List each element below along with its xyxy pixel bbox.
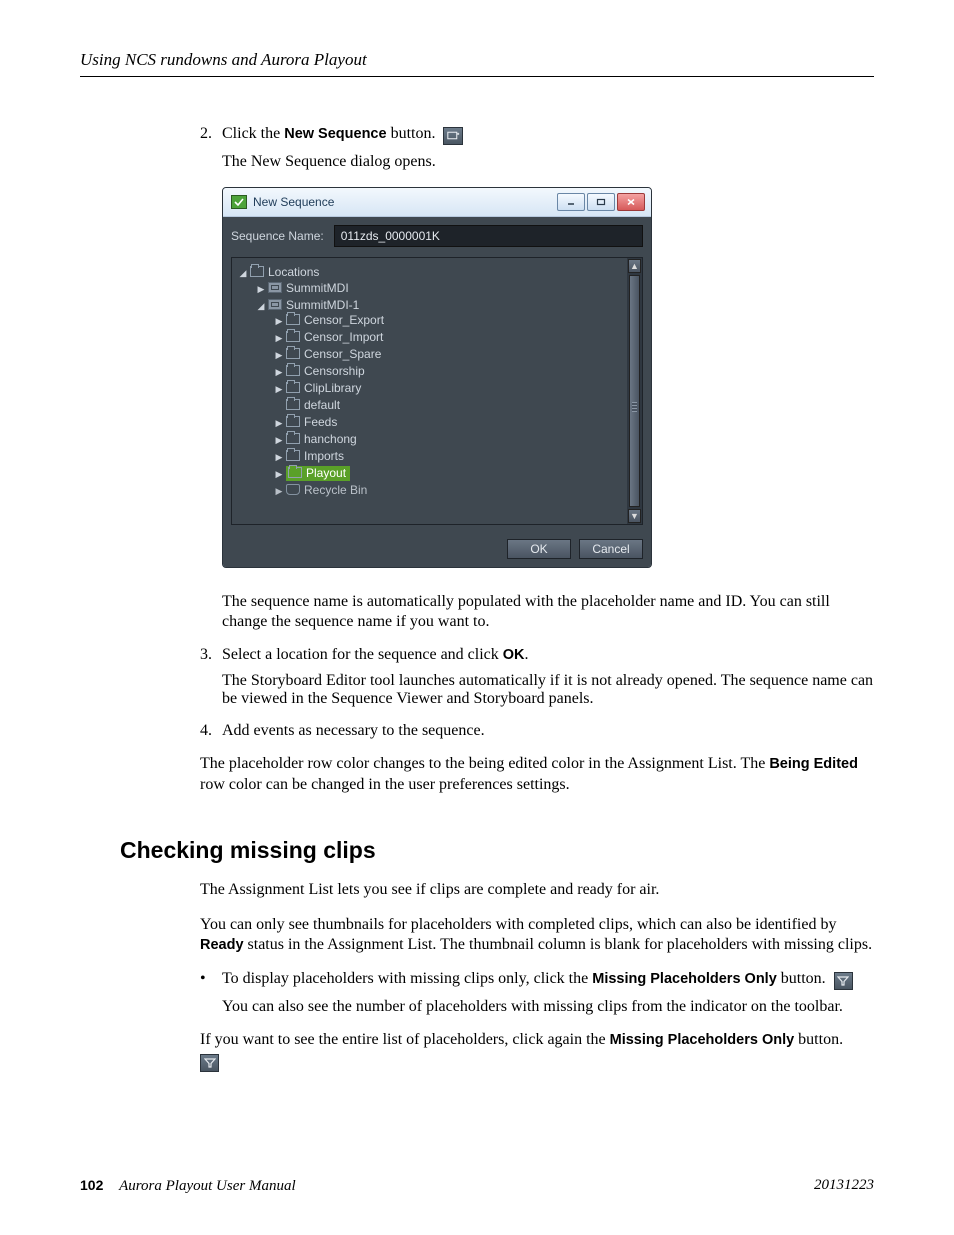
scroll-up-icon[interactable]: ▲ (628, 259, 641, 273)
bullet-text: To display placeholders with missing cli… (222, 970, 853, 990)
scroll-thumb[interactable] (629, 275, 640, 507)
new-sequence-label: New Sequence (284, 126, 386, 142)
step-4: 4. Add events as necessary to the sequen… (200, 722, 874, 740)
text: button. (794, 1031, 843, 1048)
tree-node[interactable]: ◢SummitMDI-1 ▶Censor_Export ▶Censor_Impo… (256, 296, 638, 500)
step-3: 3. Select a location for the sequence an… (200, 646, 874, 664)
page-footer: 102 Aurora Playout User Manual 20131223 (80, 1177, 874, 1195)
tree-label: Censor_Export (304, 313, 384, 327)
tree-label: Imports (304, 449, 344, 463)
ready-label: Ready (200, 937, 244, 953)
tree-label: Locations (268, 265, 319, 279)
tree-item[interactable]: ▶hanchong (274, 431, 638, 448)
tree-node[interactable]: ▶SummitMDI (256, 279, 638, 296)
tree-label: Recycle Bin (304, 483, 367, 497)
tree-item[interactable]: ▶Censor_Export (274, 312, 638, 329)
tree-label: Feeds (304, 415, 337, 429)
paragraph: You can only see thumbnails for placehol… (200, 915, 874, 956)
bullet-item: • To display placeholders with missing c… (200, 970, 874, 990)
book-title: Aurora Playout User Manual (119, 1178, 296, 1194)
step-2-note: The sequence name is automatically popul… (222, 592, 874, 633)
running-head-text: Using NCS rundowns and Aurora Playout (80, 50, 367, 69)
tree-item[interactable]: ▶Censorship (274, 363, 638, 380)
missing-placeholders-only-label: Missing Placeholders Only (592, 971, 777, 987)
text: The placeholder row color changes to the… (200, 755, 769, 772)
step-number: 3. (200, 646, 222, 664)
being-edited-label: Being Edited (769, 756, 858, 772)
new-sequence-dialog: New Sequence Sequence Name: ◢Locations (222, 187, 652, 568)
text: Select a location for the sequence and c… (222, 646, 503, 663)
tree-item[interactable]: ▶default (274, 397, 638, 414)
ok-label: OK (503, 647, 525, 663)
bullet-marker: • (200, 970, 222, 990)
tree-item[interactable]: ▶Censor_Import (274, 329, 638, 346)
step-number: 2. (200, 125, 222, 145)
tree-label: hanchong (304, 432, 357, 446)
cancel-button[interactable]: Cancel (579, 539, 643, 559)
close-button[interactable] (617, 193, 645, 211)
new-sequence-icon (443, 127, 463, 145)
tree-item-selected[interactable]: ▶Playout (274, 465, 638, 482)
scrollbar[interactable]: ▲ ▼ (627, 258, 642, 524)
window-controls (557, 193, 645, 211)
scroll-down-icon[interactable]: ▼ (628, 509, 641, 523)
tree-label: Censor_Spare (304, 347, 381, 361)
bullet-follow: You can also see the number of placehold… (222, 998, 874, 1016)
text: status in the Assignment List. The thumb… (244, 936, 873, 953)
sequence-name-input[interactable] (334, 225, 643, 247)
text: button. (777, 970, 826, 987)
filter-icon (200, 1054, 219, 1072)
after-steps-paragraph: The placeholder row color changes to the… (200, 754, 874, 795)
text: You can only see thumbnails for placehol… (200, 916, 836, 933)
tree-label: default (304, 398, 340, 412)
tree-label: Censor_Import (304, 330, 383, 344)
text: Click the (222, 125, 284, 142)
step-number: 4. (200, 722, 222, 740)
text: To display placeholders with missing cli… (222, 970, 592, 987)
tree-item[interactable]: ▶ClipLibrary (274, 380, 638, 397)
dialog-body: Sequence Name: ◢Locations ▶SummitMDI ◢Su… (223, 217, 651, 533)
location-tree[interactable]: ◢Locations ▶SummitMDI ◢SummitMDI-1 ▶Cens… (231, 257, 643, 525)
app-icon (231, 195, 247, 209)
running-head: Using NCS rundowns and Aurora Playout (80, 50, 874, 77)
paragraph: The Assignment List lets you see if clip… (200, 880, 874, 900)
missing-placeholders-only-label: Missing Placeholders Only (610, 1032, 795, 1048)
minimize-button[interactable] (557, 193, 585, 211)
text: . (525, 646, 529, 663)
tree-item[interactable]: ▶Feeds (274, 414, 638, 431)
page-number: 102 (80, 1177, 103, 1193)
tree-label: Playout (306, 466, 346, 480)
tree-item[interactable]: ▶Imports (274, 448, 638, 465)
text: row color can be changed in the user pre… (200, 776, 570, 793)
title-bar: New Sequence (223, 188, 651, 217)
tree-label: ClipLibrary (304, 381, 361, 395)
filter-icon (834, 972, 853, 990)
step-2: 2. Click the New Sequence button. (200, 125, 874, 145)
ok-button[interactable]: OK (507, 539, 571, 559)
step-2-follow: The New Sequence dialog opens. (222, 153, 874, 171)
sequence-name-label: Sequence Name: (231, 229, 324, 243)
step-text: Add events as necessary to the sequence. (222, 722, 874, 740)
tree-item[interactable]: ▶Censor_Spare (274, 346, 638, 363)
step-3-follow: The Storyboard Editor tool launches auto… (222, 672, 874, 708)
section-heading: Checking missing clips (120, 837, 874, 864)
tree-label: SummitMDI (286, 281, 349, 295)
tree-item[interactable]: ▶Recycle Bin (274, 482, 638, 499)
text: button. (387, 125, 436, 142)
tree-root[interactable]: ◢Locations ▶SummitMDI ◢SummitMDI-1 ▶Cens… (238, 264, 638, 502)
text: If you want to see the entire list of pl… (200, 1031, 610, 1048)
step-text: Select a location for the sequence and c… (222, 646, 874, 664)
tree-label: SummitMDI-1 (286, 298, 359, 312)
dialog-title: New Sequence (253, 195, 334, 209)
tree-label: Censorship (304, 364, 365, 378)
footer-date: 20131223 (814, 1177, 874, 1195)
maximize-button[interactable] (587, 193, 615, 211)
step-text: Click the New Sequence button. (222, 125, 874, 145)
paragraph: If you want to see the entire list of pl… (200, 1030, 874, 1072)
